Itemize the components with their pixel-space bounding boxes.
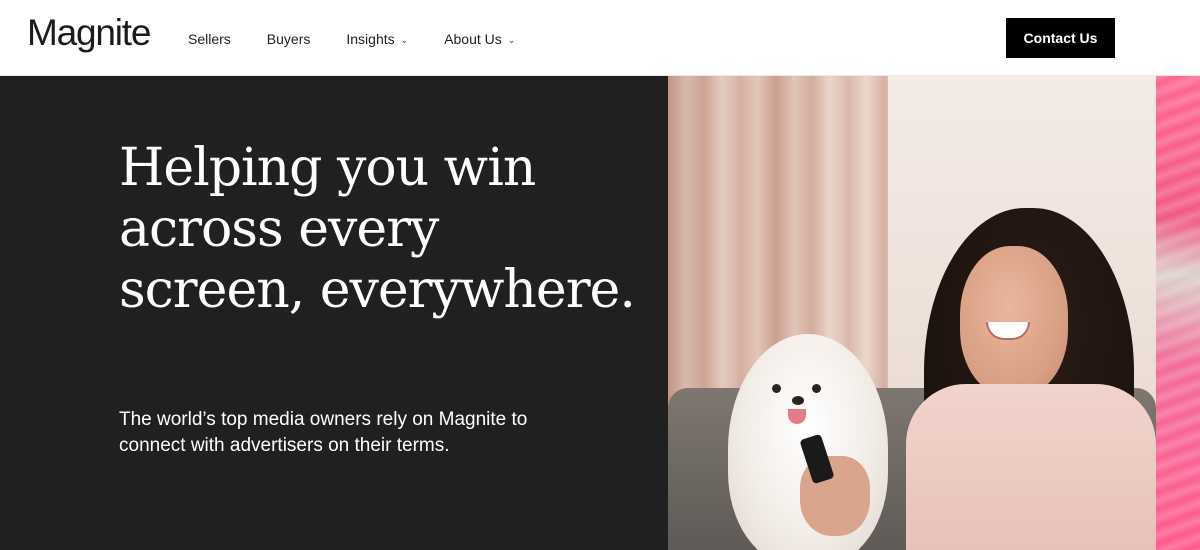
magnite-logo[interactable]: Magnite [27,14,151,51]
dog-eye [772,384,781,393]
main-nav: Sellers Buyers Insights ⌄ About Us ⌄ [188,31,551,47]
nav-item-about-us[interactable]: About Us ⌄ [444,31,515,47]
dog-face [764,378,834,428]
chevron-down-icon: ⌄ [507,34,516,45]
dog-eye [812,384,821,393]
woman-shirt [906,384,1156,550]
hero-headline: Helping you win across every screen, eve… [119,138,636,320]
woman-face [960,246,1068,396]
dog-nose [792,396,804,405]
nav-item-buyers[interactable]: Buyers [267,31,311,47]
dog-tongue [788,409,806,424]
nav-item-label: Sellers [188,31,231,47]
hero-subtext: The world’s top media owners rely on Mag… [119,409,528,456]
site-header: Magnite Sellers Buyers Insights ⌄ About … [0,0,1200,76]
decorative-pink-strip [1156,76,1200,550]
chevron-down-icon: ⌄ [400,34,409,45]
nav-item-label: About Us [444,31,502,47]
contact-us-button[interactable]: Contact Us [1006,18,1115,58]
nav-item-label: Buyers [266,31,311,47]
hero-text-panel: Helping you win across every screen, eve… [0,76,668,550]
nav-item-sellers[interactable]: Sellers [188,31,231,47]
nav-item-label: Insights [346,31,395,47]
nav-item-insights[interactable]: Insights ⌄ [346,31,408,47]
hero-image [668,76,1156,550]
